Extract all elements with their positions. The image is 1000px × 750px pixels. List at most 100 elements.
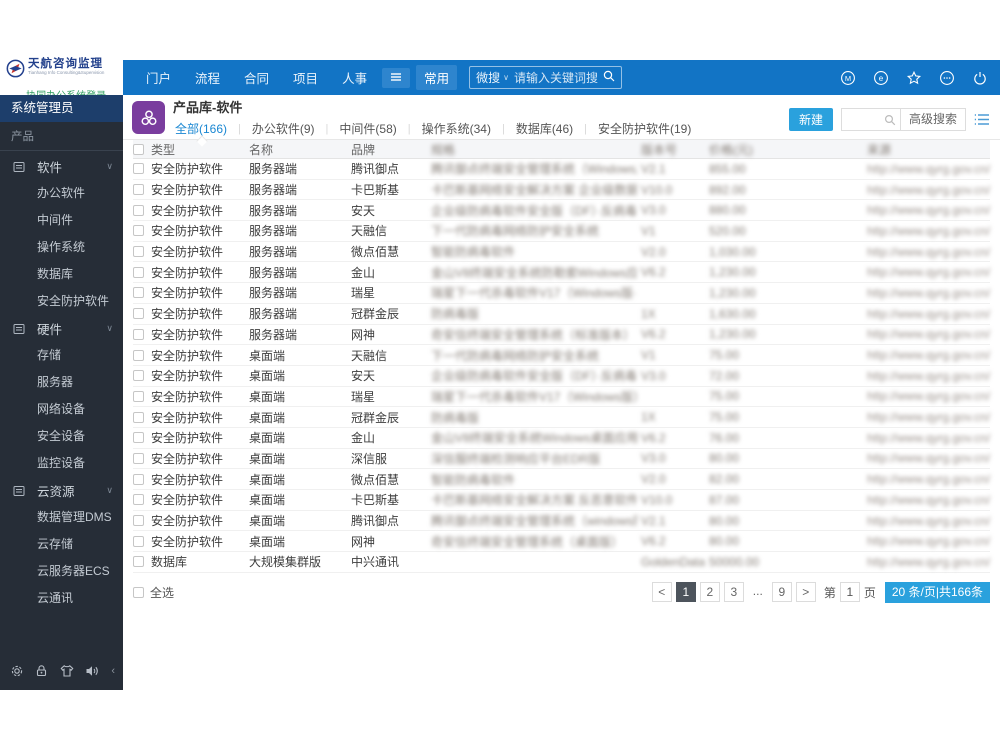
row-checkbox[interactable] bbox=[133, 370, 144, 382]
table-row[interactable]: 安全防护软件 桌面端 冠群金辰 防病毒版 1X 75.00 http://www.qyrg.… bbox=[133, 407, 990, 428]
row-checkbox[interactable] bbox=[133, 266, 144, 278]
sidebar-item-1-4[interactable]: 监控设备 bbox=[0, 450, 123, 477]
table-row[interactable]: 安全防护软件 服务器端 卡巴斯基 卡巴斯基网络安全解决方案 企业级数据中心防护CN.团… bbox=[133, 180, 990, 201]
cell-source: http://www.qyrg.gov.cn/t/jrg/ bbox=[867, 348, 990, 363]
sidebar-item-0-2[interactable]: 操作系统 bbox=[0, 234, 123, 261]
nav-more-button[interactable] bbox=[382, 67, 411, 88]
row-checkbox[interactable] bbox=[133, 349, 144, 361]
sidebar-item-2-3[interactable]: 云通讯 bbox=[0, 585, 123, 612]
sidebar-item-2-1[interactable]: 云存储 bbox=[0, 531, 123, 558]
row-checkbox[interactable] bbox=[133, 246, 144, 258]
sidebar-group-1[interactable]: 硬件 ∨ bbox=[0, 315, 123, 342]
sidebar-item-0-0[interactable]: 办公软件 bbox=[0, 180, 123, 207]
jump-page-input[interactable]: 1 bbox=[839, 582, 860, 603]
table-row[interactable]: 安全防护软件 桌面端 微点佰慧 智能防病毒软件 V2.0 82.00 http://www.… bbox=[133, 469, 990, 490]
nav-item-pinned[interactable]: 常用 bbox=[416, 65, 458, 90]
tab-3[interactable]: 操作系统(34) bbox=[420, 120, 493, 137]
row-checkbox[interactable] bbox=[133, 225, 144, 237]
global-search[interactable]: 微搜 ∨ 请输入关键词搜 bbox=[469, 66, 622, 89]
lock-icon[interactable] bbox=[35, 664, 48, 678]
favorite-star-icon[interactable] bbox=[906, 70, 922, 86]
sidebar-item-2-2[interactable]: 云服务器ECS bbox=[0, 558, 123, 585]
nav-item-0[interactable]: 门户 bbox=[137, 64, 180, 91]
table-row[interactable]: 安全防护软件 服务器端 瑞星 瑞星下一代杀毒软件V17（Windows版·标准版本） 1… bbox=[133, 283, 990, 304]
row-checkbox[interactable] bbox=[133, 287, 144, 299]
table-row[interactable]: 安全防护软件 桌面端 腾讯御点 腾讯御点终端安全管理系统（windows版）V2.1 V… bbox=[133, 511, 990, 532]
tab-2[interactable]: 中间件(58) bbox=[337, 120, 398, 137]
header-checkbox[interactable] bbox=[133, 143, 144, 155]
nav-item-3[interactable]: 项目 bbox=[284, 64, 327, 91]
row-checkbox[interactable] bbox=[133, 515, 144, 527]
row-checkbox[interactable] bbox=[133, 452, 144, 464]
sidebar-item-2-0[interactable]: 数据管理DMS bbox=[0, 504, 123, 531]
sidebar-item-1-1[interactable]: 服务器 bbox=[0, 369, 123, 396]
tab-1[interactable]: 办公软件(9) bbox=[250, 120, 317, 137]
e-message-icon[interactable]: e bbox=[873, 70, 889, 86]
table-row[interactable]: 安全防护软件 桌面端 深信服 深信服终端检测响应平台EDR版 V3.0 80.00 http… bbox=[133, 449, 990, 470]
collapse-chevron-icon[interactable]: ‹ bbox=[111, 665, 115, 677]
tab-4[interactable]: 数据库(46) bbox=[514, 120, 575, 137]
table-row[interactable]: 安全防护软件 桌面端 网神 奇安信终端安全管理系统（桌面版） V6.2 80.00 http… bbox=[133, 531, 990, 553]
page-button-1[interactable]: 1 bbox=[675, 582, 696, 603]
table-row[interactable]: 安全防护软件 服务器端 金山 金山V8终端安全系统防勒索Windows应用版本 V6.2… bbox=[133, 262, 990, 284]
page-size-button[interactable]: 20 条/页|共166条 bbox=[884, 581, 990, 603]
sidebar-item-1-0[interactable]: 存储 bbox=[0, 342, 123, 369]
advanced-search-button[interactable]: 高级搜索 bbox=[899, 109, 965, 130]
table-row[interactable]: 安全防护软件 桌面端 卡巴斯基 卡巴斯基网络安全解决方案 反恶意软件CN（桌面版·KL… bbox=[133, 490, 990, 511]
filter-search-input[interactable] bbox=[842, 109, 900, 130]
sidebar-item-0-1[interactable]: 中间件 bbox=[0, 207, 123, 234]
sound-speaker-icon[interactable] bbox=[85, 664, 100, 678]
row-checkbox[interactable] bbox=[133, 535, 144, 547]
row-checkbox[interactable] bbox=[133, 432, 144, 444]
row-checkbox[interactable] bbox=[133, 184, 144, 196]
row-checkbox[interactable] bbox=[133, 328, 144, 340]
new-button[interactable]: 新建 bbox=[788, 108, 833, 131]
row-checkbox[interactable] bbox=[133, 308, 144, 320]
sidebar-item-1-2[interactable]: 网络设备 bbox=[0, 396, 123, 423]
row-checkbox[interactable] bbox=[133, 411, 144, 423]
list-view-icon[interactable] bbox=[974, 113, 990, 126]
table-row[interactable]: 安全防护软件 服务器端 天融信 下一代防病毒网络防护安全系统 V1 520.00 http:… bbox=[133, 221, 990, 242]
tab-0[interactable]: 全部(166) bbox=[173, 120, 229, 137]
theme-shirt-icon[interactable] bbox=[60, 664, 74, 678]
row-checkbox[interactable] bbox=[133, 473, 144, 485]
settings-gear-icon[interactable] bbox=[10, 664, 24, 678]
table-row[interactable]: 安全防护软件 服务器端 安天 企业级防病毒软件安全版（DF）·反病毒防护版 V3.0 88… bbox=[133, 200, 990, 222]
table-row[interactable]: 数据库 大规模集群版 中兴通讯 GoldenData s… 50000.00 http:/… bbox=[133, 552, 990, 573]
table-row[interactable]: 安全防护软件 服务器端 腾讯御点 腾讯御点终端安全管理系统（Windows版） V2.1… bbox=[133, 159, 990, 180]
table-row[interactable]: 安全防护软件 桌面端 安天 企业级防病毒软件安全版（DF）·反病毒版 V3.0 72.00… bbox=[133, 366, 990, 387]
sidebar-item-0-4[interactable]: 安全防护软件 bbox=[0, 288, 123, 315]
table-row[interactable]: 安全防护软件 服务器端 微点佰慧 智能防病毒软件 V2.0 1,030.00 http://… bbox=[133, 242, 990, 263]
table-row[interactable]: 安全防护软件 桌面端 金山 金山V8终端安全系统Windows桌面应用版 V6.2 76.… bbox=[133, 428, 990, 449]
search-scope-dropdown[interactable]: 微搜 ∨ bbox=[476, 69, 509, 86]
table-row[interactable]: 安全防护软件 桌面端 天融信 下一代防病毒网络防护安全系统 V1 75.00 http://… bbox=[133, 345, 990, 366]
row-checkbox[interactable] bbox=[133, 390, 144, 402]
page-button-2[interactable]: 2 bbox=[699, 582, 720, 603]
sidebar-item-0-3[interactable]: 数据库 bbox=[0, 261, 123, 288]
sidebar-group-2[interactable]: 云资源 ∨ bbox=[0, 477, 123, 504]
row-checkbox[interactable] bbox=[133, 556, 144, 568]
page-button-9[interactable]: 9 bbox=[771, 582, 792, 603]
nav-item-1[interactable]: 流程 bbox=[186, 64, 229, 91]
search-input[interactable]: 请输入关键词搜 bbox=[514, 69, 598, 86]
row-checkbox[interactable] bbox=[133, 204, 144, 216]
select-all-checkbox[interactable] bbox=[133, 586, 144, 598]
table-row[interactable]: 安全防护软件 桌面端 瑞星 瑞星下一代杀毒软件V17（Windows版） 75.00 ht… bbox=[133, 387, 990, 408]
nav-item-4[interactable]: 人事 bbox=[333, 64, 376, 91]
page-button-3[interactable]: 3 bbox=[723, 582, 744, 603]
prev-page-button[interactable]: < bbox=[651, 582, 672, 603]
table-row[interactable]: 安全防护软件 服务器端 网神 奇安信终端安全管理系统（标准版本） V6.2 1,230.0… bbox=[133, 325, 990, 346]
row-checkbox[interactable] bbox=[133, 163, 144, 175]
nav-item-2[interactable]: 合同 bbox=[235, 64, 278, 91]
search-icon[interactable] bbox=[603, 70, 615, 85]
power-icon[interactable] bbox=[972, 70, 988, 86]
m-app-icon[interactable]: M bbox=[840, 70, 856, 86]
more-dots-icon[interactable] bbox=[939, 70, 955, 86]
cell-spec: 金山V8终端安全系统防勒索Windows应用版本 bbox=[431, 265, 637, 280]
table-row[interactable]: 安全防护软件 服务器端 冠群金辰 防病毒版 1X 1,630.00 http://www.q… bbox=[133, 304, 990, 325]
sidebar-group-0[interactable]: 软件 ∨ bbox=[0, 153, 123, 180]
next-page-button[interactable]: > bbox=[795, 582, 816, 603]
sidebar-item-1-3[interactable]: 安全设备 bbox=[0, 423, 123, 450]
row-checkbox[interactable] bbox=[133, 494, 144, 506]
tab-5[interactable]: 安全防护软件(19) bbox=[596, 120, 693, 137]
